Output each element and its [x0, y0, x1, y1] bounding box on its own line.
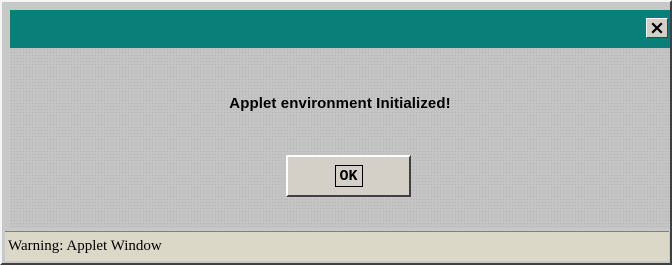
applet-dialog-window: Applet environment Initialized! OK Warni… — [0, 0, 672, 265]
title-bar[interactable] — [10, 10, 670, 48]
applet-warning-status-bar: Warning: Applet Window — [5, 231, 669, 261]
ok-button-label: OK — [334, 165, 363, 187]
close-icon — [651, 22, 663, 34]
dialog-message: Applet environment Initialized! — [229, 95, 451, 112]
close-button[interactable] — [646, 18, 668, 38]
dialog-body: Applet environment Initialized! OK — [10, 48, 670, 228]
ok-button[interactable]: OK — [286, 155, 411, 197]
